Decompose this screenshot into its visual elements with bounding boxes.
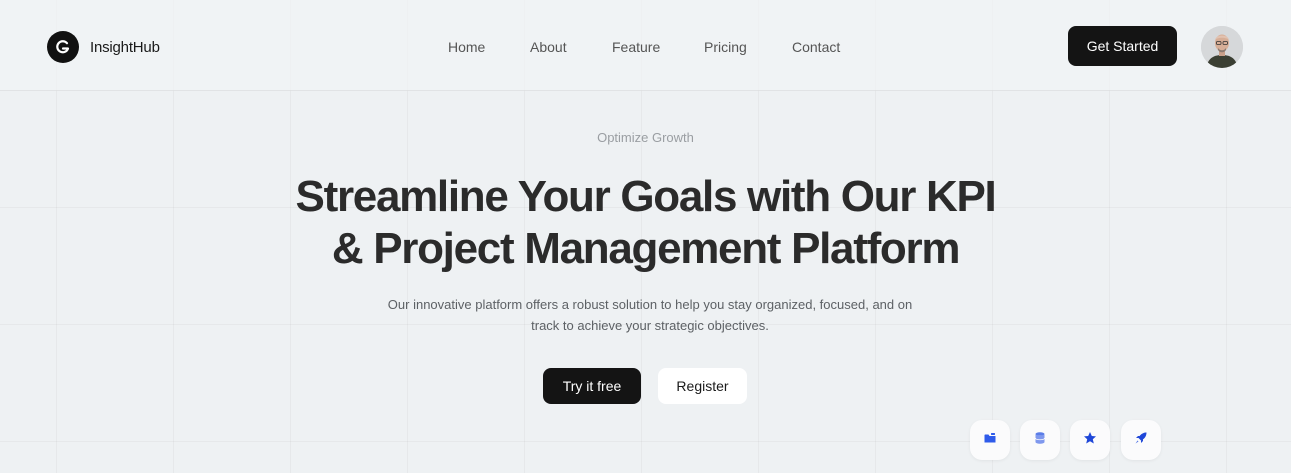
feature-chip-folder[interactable] (970, 420, 1010, 460)
insighthub-logo-icon (47, 31, 79, 63)
hero-eyebrow: Optimize Growth (597, 130, 694, 145)
get-started-button[interactable]: Get Started (1068, 26, 1177, 66)
try-it-free-button[interactable]: Try it free (543, 368, 641, 404)
nav-pricing-link[interactable]: Pricing (704, 39, 747, 55)
feature-chip-star[interactable] (1070, 420, 1110, 460)
brand-logo[interactable]: InsightHub (47, 31, 160, 63)
hero-subtitle-line-2: track to achieve your strategic objectiv… (531, 318, 769, 333)
hero-headline-line-1: Streamline Your Goals with Our KPI (295, 172, 997, 221)
database-icon (1033, 431, 1047, 450)
nav-contact-link[interactable]: Contact (792, 39, 840, 55)
hero-subtitle: Our innovative platform offers a robust … (370, 294, 930, 336)
nav-feature-link[interactable]: Feature (612, 39, 660, 55)
rocket-icon (1134, 431, 1148, 450)
star-icon (1083, 431, 1097, 450)
hero-headline-line-2: & Project Management Platform (331, 224, 961, 273)
register-button[interactable]: Register (658, 368, 747, 404)
top-navbar: InsightHub Home About Feature Pricing Co… (0, 0, 1291, 91)
nav-about-link[interactable]: About (530, 39, 567, 55)
brand-name: InsightHub (90, 38, 160, 56)
nav-home-link[interactable]: Home (448, 39, 485, 55)
feature-chip-database[interactable] (1020, 420, 1060, 460)
hero-subtitle-line-1: Our innovative platform offers a robust … (387, 297, 913, 312)
folder-icon (983, 431, 997, 450)
feature-chip-rocket[interactable] (1121, 420, 1161, 460)
hero-headline: Streamline Your Goals with Our KPI & Pro… (0, 171, 1291, 275)
user-avatar[interactable] (1201, 26, 1243, 68)
